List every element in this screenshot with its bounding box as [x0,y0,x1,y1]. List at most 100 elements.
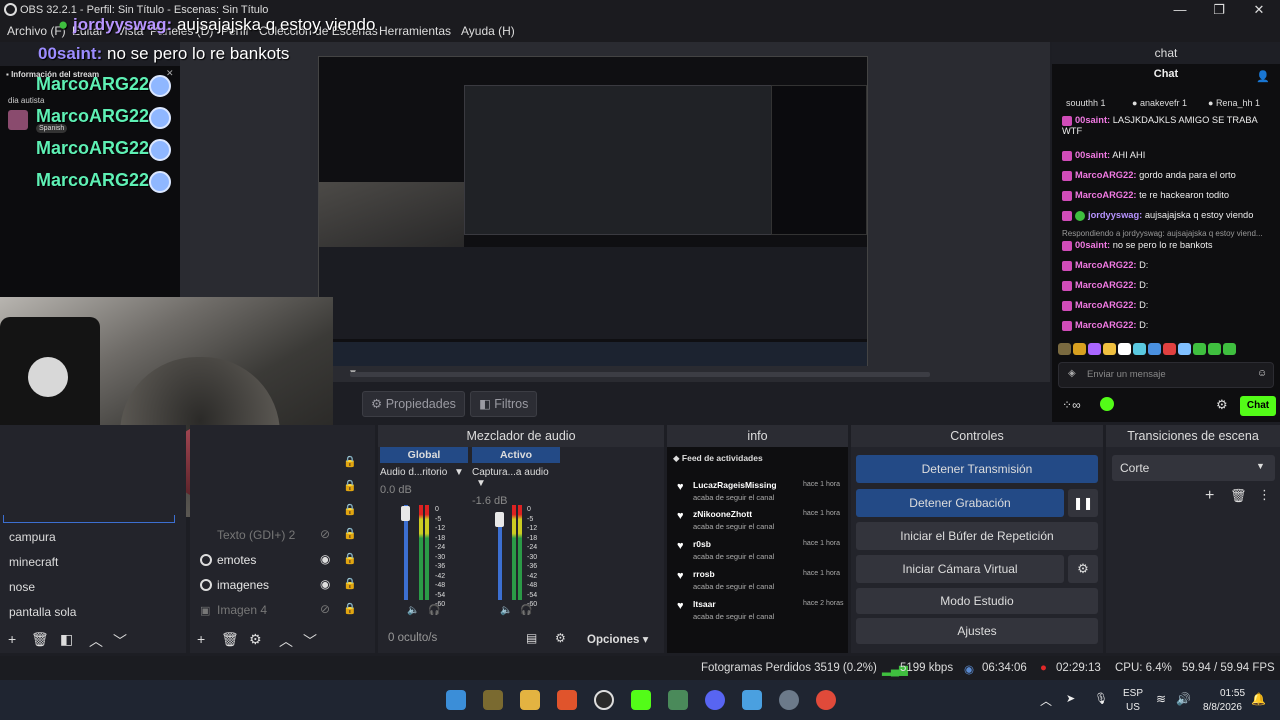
lock-icon[interactable]: 🔒 [343,527,357,540]
channel-name[interactable]: Captura...a audio ▼ [472,467,560,489]
hidden-sources-label[interactable]: 0 oculto/s [388,632,437,644]
speaker-icon[interactable]: 🔈 [407,605,419,616]
scene-item[interactable]: nose [9,580,35,594]
source-row[interactable]: imagenes ◉ 🔒 [190,574,375,598]
move-down-icon[interactable]: ﹀ [303,631,317,651]
studio-mode-button[interactable]: Modo Estudio [856,588,1098,614]
eye-hidden-icon[interactable]: ⊘ [320,602,330,616]
move-up-icon[interactable]: ︿ [89,631,103,651]
nested-taskbar [319,342,867,366]
lock-icon[interactable]: 🔒 [343,577,357,590]
microphone-icon[interactable]: 🎙 [1094,692,1108,705]
stop-recording-button[interactable]: Detener Grabación [856,489,1064,517]
audio-meter [425,505,429,600]
virtual-camera-settings-icon[interactable]: ⚙ [1068,555,1098,583]
properties-button[interactable]: ⚙ Propiedades [362,391,465,417]
minimize-button[interactable]: — [1160,0,1200,20]
mixer-layout-icon[interactable]: ▤ [526,631,537,645]
add-scene-icon[interactable]: + [8,631,16,647]
stop-stream-button[interactable]: Detener Transmisión [856,455,1098,483]
volume-fader-knob[interactable] [495,512,504,527]
lock-icon[interactable]: 🔒 [343,503,357,516]
headphones-icon[interactable]: 🎧 [428,605,440,616]
mixer-settings-icon[interactable]: ⚙ [555,631,566,645]
bitrate: 5199 kbps [900,662,954,674]
notification-bell-icon[interactable]: 🔔 [1251,692,1266,706]
clock-time[interactable]: 01:55 [1220,688,1245,699]
scene-filters-icon[interactable]: ◧ [60,631,73,648]
obs-app-icon[interactable] [594,690,614,710]
record-time: 02:29:13 [1056,662,1101,674]
menu-tools[interactable]: Herramientas [379,24,451,38]
meter-scale: 0 -5 -12 -18 -24 -30 -36 -42 -48 -54 -60 [527,506,538,608]
speaker-icon[interactable]: 🔈 [500,605,512,616]
discord-icon[interactable] [705,690,725,710]
windows-start-icon[interactable] [446,690,466,710]
lock-icon[interactable]: 🔒 [343,552,357,565]
scene-item[interactable]: minecraft [9,555,58,569]
scene-item[interactable]: pantalla sola [9,605,76,619]
file-explorer-icon[interactable] [520,690,540,710]
add-source-icon[interactable]: + [197,631,205,647]
emote-icon [149,107,171,129]
menu-file[interactable]: Archivo (F) [7,24,66,38]
brave-browser-icon[interactable] [557,690,577,710]
remove-scene-icon[interactable]: 🗑 [31,631,49,648]
lock-icon[interactable]: 🔒 [343,479,357,492]
eye-hidden-icon[interactable]: ⊘ [320,527,330,541]
chat-input[interactable]: Enviar un mensaje [1058,362,1274,388]
emoji-icon[interactable]: ☺ [1257,368,1267,379]
remove-source-icon[interactable]: 🗑 [221,631,239,648]
widgets-icon[interactable] [483,690,503,710]
wifi-icon[interactable]: ≋ [1156,692,1166,706]
language-top[interactable]: ESP [1123,688,1143,699]
settings-button[interactable]: Ajustes [856,618,1098,644]
app-icon[interactable] [668,690,688,710]
pause-recording-icon[interactable]: ❚❚ [1068,489,1098,517]
volume-icon[interactable]: 🔊 [1176,692,1191,706]
preview-scrollbar[interactable] [350,372,930,377]
points-icon[interactable]: ⁘∞ [1062,398,1081,412]
replay-buffer-button[interactable]: Iniciar el Búfer de Repetición [856,522,1098,550]
settings-gear-icon[interactable]: ⚙ [1216,397,1228,413]
more-options-icon[interactable]: ⋮ [1258,487,1271,503]
tray-app-icon[interactable]: ➤ [1066,692,1075,705]
source-row[interactable]: emotes ◉ 🔒 [190,549,375,573]
lock-icon[interactable]: 🔒 [343,455,357,468]
language-bottom[interactable]: US [1126,702,1140,713]
users-icon[interactable]: 👤 [1256,70,1270,83]
remove-transition-icon[interactable]: 🗑 [1230,488,1247,504]
kick-app-icon[interactable] [631,690,651,710]
virtual-camera-button[interactable]: Iniciar Cámara Virtual [856,555,1064,583]
tray-chevron-up-icon[interactable]: ︿ [1040,692,1052,709]
volume-fader-knob[interactable] [401,506,410,521]
add-transition-icon[interactable]: + [1205,487,1214,505]
audio-mixer-title: Mezclador de audio [378,425,664,447]
shield-icon[interactable]: ◈ [1068,368,1076,379]
channel-name[interactable]: Audio d...ritorio ▼ [380,467,468,478]
menu-help[interactable]: Ayuda (H) [461,24,515,38]
clock-date[interactable]: 8/8/2026 [1203,702,1242,713]
filters-button[interactable]: ◧ Filtros [470,391,538,417]
lock-icon[interactable]: 🔒 [343,602,357,615]
maximize-button[interactable]: ❐ [1199,0,1239,20]
scene-item[interactable]: campura [9,530,56,544]
eye-icon[interactable]: ◉ [320,577,330,591]
headphones-icon[interactable]: 🎧 [520,605,532,616]
eye-icon[interactable]: ◉ [320,552,330,566]
options-dropdown[interactable]: Opciones ▾ [587,632,648,646]
browser-source-icon [200,579,212,591]
transition-select[interactable]: Corte ▼ [1112,455,1275,481]
source-row[interactable]: Texto (GDI+) 2 ⊘ 🔒 [190,524,375,548]
notepad-icon[interactable] [742,690,762,710]
chat-send-button[interactable]: Chat [1240,396,1276,416]
kick-logo-icon[interactable] [1100,397,1114,411]
move-up-icon[interactable]: ︿ [279,631,293,651]
settings-app-icon[interactable] [779,690,799,710]
program-preview[interactable] [318,56,868,366]
source-row[interactable]: ▣ Imagen 4 ⊘ 🔒 [190,599,375,623]
chrome-icon[interactable] [816,690,836,710]
move-down-icon[interactable]: ﹀ [113,631,127,651]
close-button[interactable]: ✕ [1239,0,1279,20]
source-properties-icon[interactable]: ⚙ [249,631,262,648]
